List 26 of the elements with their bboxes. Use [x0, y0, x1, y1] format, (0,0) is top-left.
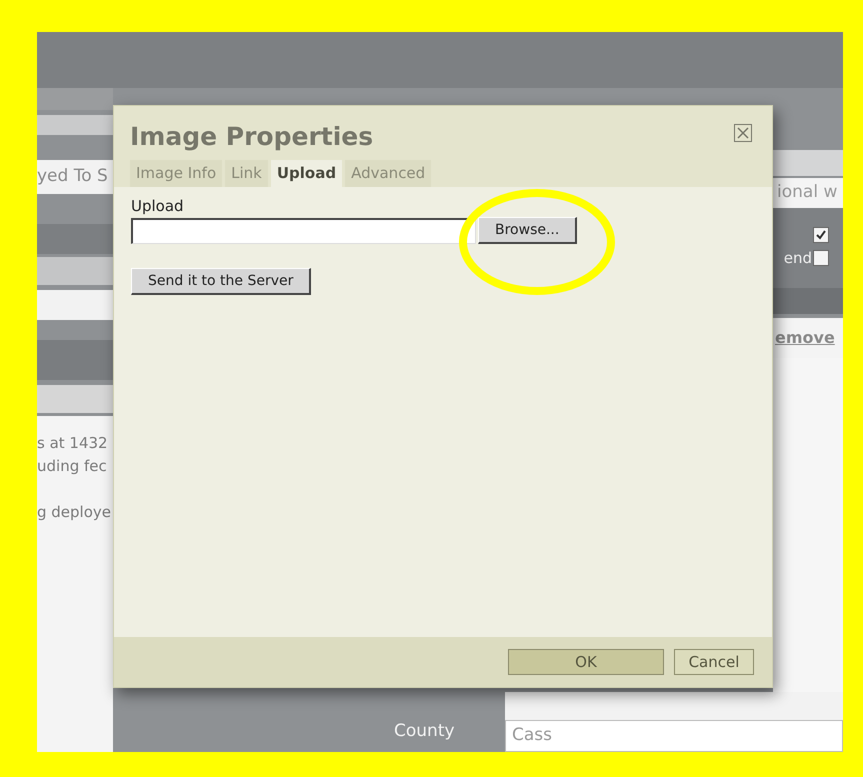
send-to-server-button[interactable]: Send it to the Server — [131, 268, 312, 295]
close-button[interactable] — [734, 124, 752, 142]
dialog-tab[interactable]: Link — [225, 160, 268, 186]
file-path-field[interactable] — [131, 218, 476, 244]
checkmark-icon — [815, 228, 827, 241]
dialog-button[interactable]: OK — [508, 649, 664, 675]
browse-button[interactable]: Browse... — [478, 217, 578, 244]
checkbox-label: end — [784, 248, 812, 269]
upload-label: Upload — [131, 196, 184, 216]
checkbox[interactable] — [813, 226, 829, 243]
dialog-tab[interactable]: Advanced — [345, 160, 432, 186]
text-field[interactable]: yed To S — [37, 160, 113, 194]
paragraph-line: uding fec — [37, 456, 108, 477]
dialog-title: Image Properties — [130, 121, 374, 153]
dialog-button[interactable]: Cancel — [674, 649, 754, 675]
checkbox[interactable] — [813, 250, 829, 266]
paragraph-line: g deploye — [37, 502, 112, 523]
close-icon — [737, 127, 749, 139]
county-label: County — [394, 720, 455, 742]
paragraph-line: s at 1432 — [37, 433, 109, 454]
dialog-tab[interactable]: Image Info — [130, 160, 222, 186]
county-field[interactable]: Cass — [505, 720, 843, 752]
page-band — [773, 288, 843, 314]
text-field[interactable]: ional w — [773, 178, 843, 208]
dialog-tab[interactable]: Upload — [270, 160, 342, 186]
page-band — [773, 150, 843, 176]
